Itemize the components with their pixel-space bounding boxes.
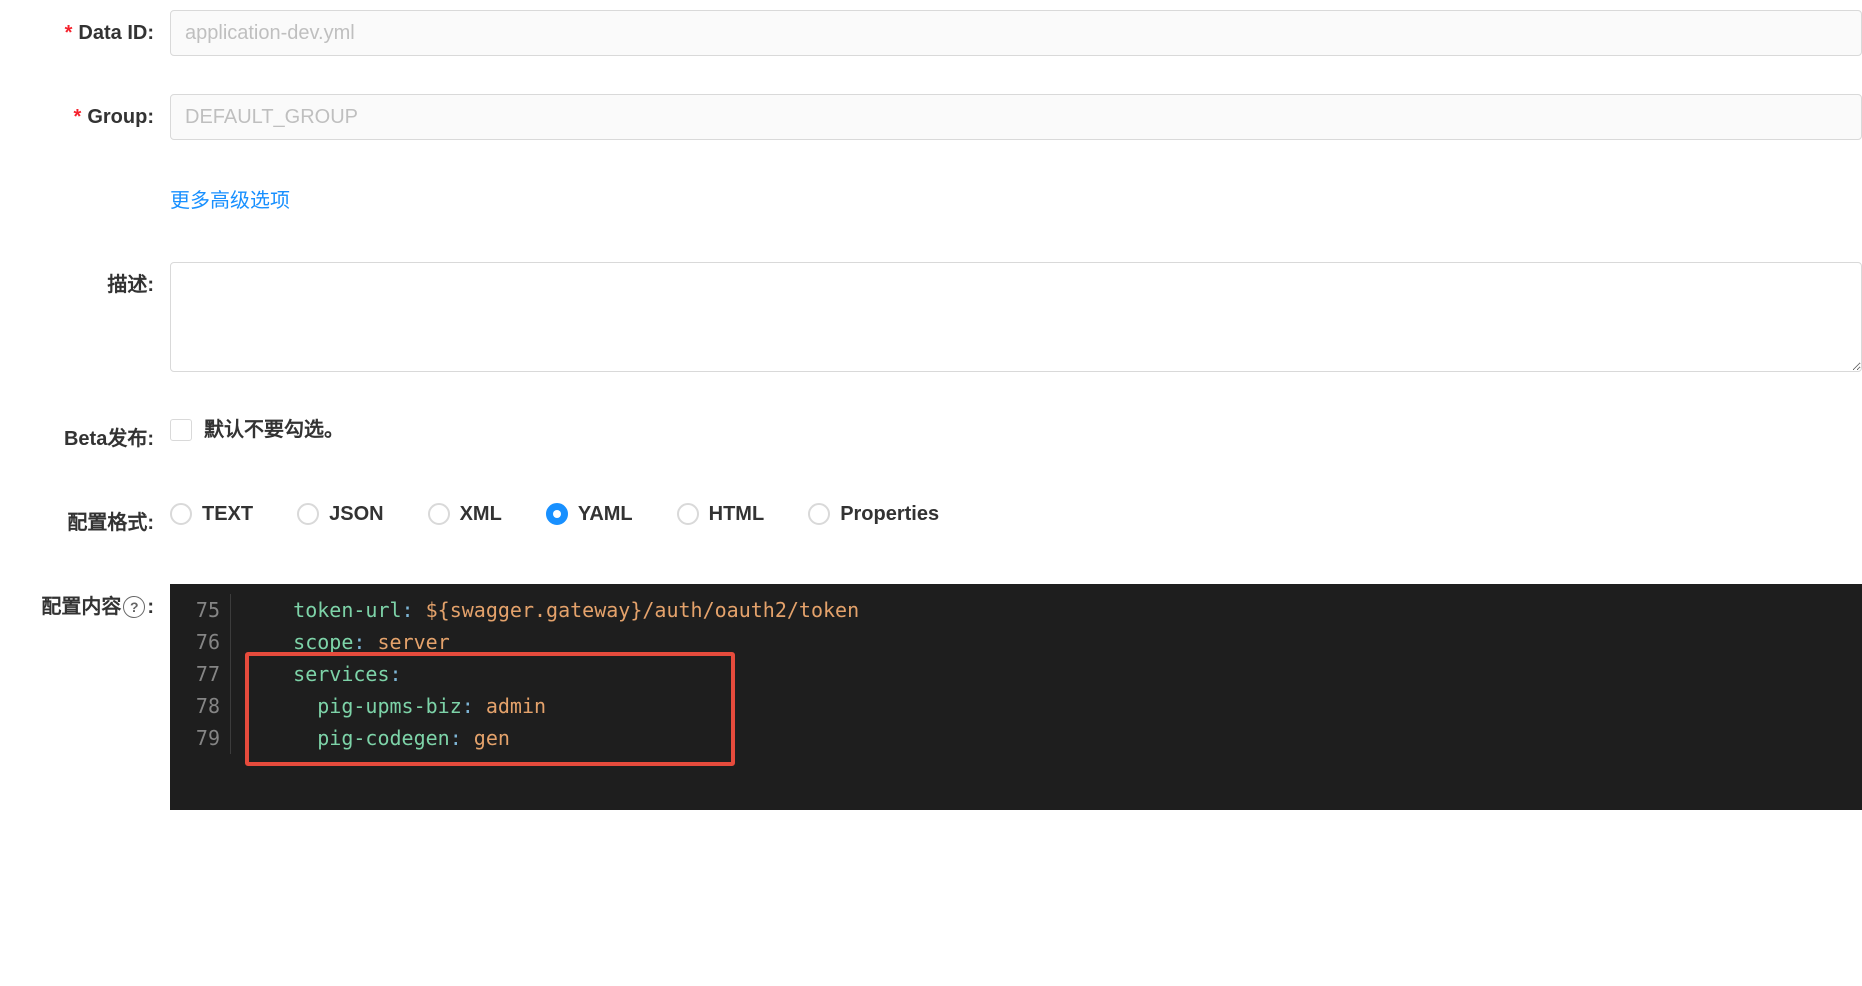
line-number: 76 — [170, 626, 230, 658]
beta-checkbox[interactable] — [170, 419, 192, 441]
format-label: 配置格式: — [0, 500, 170, 546]
radio-circle-icon — [677, 503, 699, 525]
format-radio-yaml[interactable]: YAML — [546, 500, 633, 528]
code-content: scope: server — [245, 626, 450, 658]
radio-circle-icon — [297, 503, 319, 525]
code-line: 79 pig-codegen: gen — [170, 722, 1862, 754]
required-star-icon: * — [65, 22, 73, 44]
description-textarea[interactable] — [170, 262, 1862, 372]
format-radio-label: HTML — [709, 500, 765, 528]
beta-label: Beta发布: — [0, 416, 170, 462]
gutter-border — [230, 594, 231, 626]
beta-hint-text: 默认不要勾选。 — [204, 416, 344, 444]
gutter-border — [230, 626, 231, 658]
format-radio-json[interactable]: JSON — [297, 500, 383, 528]
code-line: 78 pig-upms-biz: admin — [170, 690, 1862, 722]
line-number: 79 — [170, 722, 230, 754]
code-content: token-url: ${swagger.gateway}/auth/oauth… — [245, 594, 859, 626]
radio-circle-icon — [428, 503, 450, 525]
format-radio-properties[interactable]: Properties — [808, 500, 939, 528]
help-icon[interactable]: ? — [123, 596, 145, 618]
format-radio-label: TEXT — [202, 500, 253, 528]
format-radio-label: JSON — [329, 500, 383, 528]
line-number: 77 — [170, 658, 230, 690]
content-label-colon: : — [147, 584, 154, 630]
code-content: pig-codegen: gen — [245, 722, 510, 754]
radio-circle-icon — [170, 503, 192, 525]
code-line: 75 token-url: ${swagger.gateway}/auth/oa… — [170, 594, 1862, 626]
code-content: pig-upms-biz: admin — [245, 690, 546, 722]
radio-circle-icon — [546, 503, 568, 525]
format-radio-xml[interactable]: XML — [428, 500, 502, 528]
required-star-icon: * — [74, 106, 82, 128]
format-radio-label: XML — [460, 500, 502, 528]
format-radio-html[interactable]: HTML — [677, 500, 765, 528]
content-label: 配置内容 — [41, 584, 121, 630]
line-number: 75 — [170, 594, 230, 626]
gutter-border — [230, 722, 231, 754]
line-number: 78 — [170, 690, 230, 722]
group-input[interactable] — [170, 94, 1862, 140]
code-content: services: — [245, 658, 402, 690]
data-id-input[interactable] — [170, 10, 1862, 56]
more-options-link[interactable]: 更多高级选项 — [170, 190, 290, 212]
data-id-label: *Data ID: — [0, 10, 170, 56]
format-radio-label: YAML — [578, 500, 633, 528]
code-line: 77 services: — [170, 658, 1862, 690]
gutter-border — [230, 690, 231, 722]
code-line: 76 scope: server — [170, 626, 1862, 658]
group-label: *Group: — [0, 94, 170, 140]
gutter-border — [230, 658, 231, 690]
description-label: 描述: — [0, 262, 170, 308]
format-radio-label: Properties — [840, 500, 939, 528]
code-editor[interactable]: 75 token-url: ${swagger.gateway}/auth/oa… — [170, 584, 1862, 810]
format-radio-text[interactable]: TEXT — [170, 500, 253, 528]
radio-circle-icon — [808, 503, 830, 525]
